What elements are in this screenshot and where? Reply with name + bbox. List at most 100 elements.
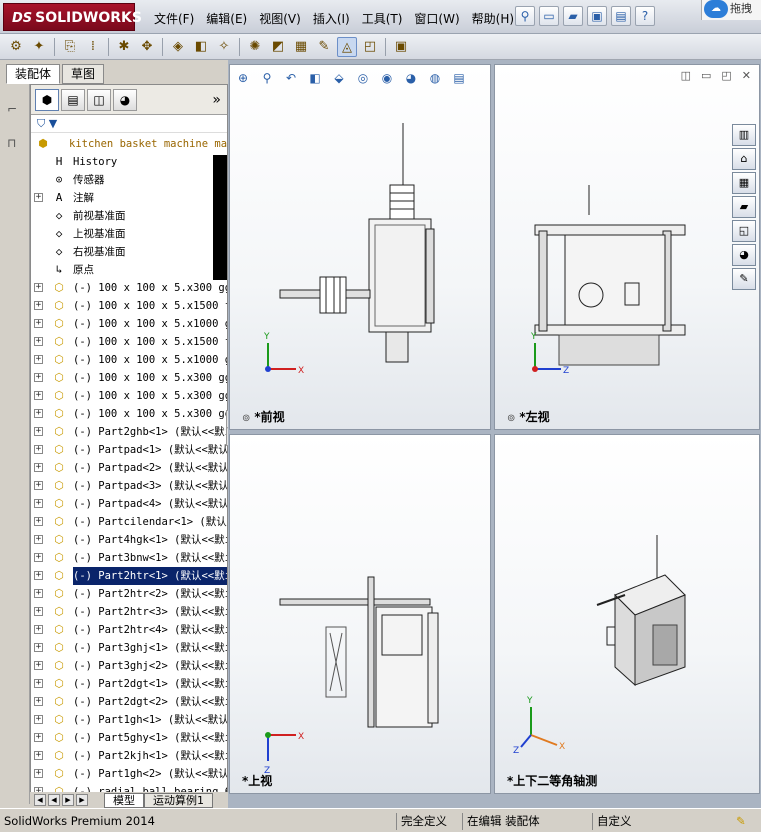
tree-item[interactable]: + ⬡ (-) Part4hgk<1> (默认<<默i bbox=[31, 531, 227, 549]
expand-icon[interactable]: + bbox=[34, 481, 43, 490]
view-palette-icon[interactable]: ◱ bbox=[732, 220, 756, 242]
viewport-front[interactable]: ⊕ ⚲ ↶ ◧ ⬙ ◎ ◉ ◕ ◍ ▤ Y X ⊚ *前视 bbox=[229, 64, 491, 430]
expand-icon[interactable]: + bbox=[34, 751, 43, 760]
assembly-features-icon[interactable]: ◧ bbox=[191, 37, 211, 57]
menu-insert[interactable]: 插入(I) bbox=[307, 8, 356, 29]
tree-item[interactable]: + ⬡ (-) 100 x 100 x 5.x1000 g_ bbox=[31, 351, 227, 369]
tree-item[interactable]: + ⬡ (-) Part2dgt<1> (默认<<默i bbox=[31, 675, 227, 693]
graphics-area[interactable]: ⊕ ⚲ ↶ ◧ ⬙ ◎ ◉ ◕ ◍ ▤ Y X ⊚ *前视 ◫ ▭ ◰ ✕ Y … bbox=[228, 60, 761, 808]
solidworks-resources-icon[interactable]: ▥ bbox=[732, 124, 756, 146]
configuration-manager-icon[interactable]: ◫ bbox=[87, 88, 111, 111]
expand-icon[interactable]: + bbox=[34, 337, 43, 346]
tree-item[interactable]: + ⬡ (-) 100 x 100 x 5.x300 gg_ bbox=[31, 279, 227, 297]
tree-item[interactable]: + ⬡ (-) Part2htr<3> (默认<<默i bbox=[31, 603, 227, 621]
tab-assembly[interactable]: 装配体 bbox=[6, 64, 61, 84]
expand-icon[interactable]: + bbox=[34, 733, 43, 742]
tree-item[interactable]: + ⬡ (-) Part3bnw<1> (默认<<默i bbox=[31, 549, 227, 567]
tree-item[interactable]: + ⬡ (-) 100 x 100 x 5.x1500 f_ bbox=[31, 297, 227, 315]
insert-component-icon[interactable]: ⚙ bbox=[6, 37, 26, 57]
tab-motion-study[interactable]: 运动算例1 bbox=[144, 793, 213, 808]
tree-item[interactable]: + ⬡ (-) Partcilendar<1> (默认< bbox=[31, 513, 227, 531]
expand-icon[interactable]: + bbox=[34, 643, 43, 652]
tab-sketch[interactable]: 草图 bbox=[62, 64, 105, 84]
expand-icon[interactable]: + bbox=[34, 607, 43, 616]
move-component-icon[interactable]: ✥ bbox=[137, 37, 157, 57]
expand-icon[interactable]: + bbox=[34, 697, 43, 706]
drag-hint[interactable]: ☁ 拖拽 bbox=[701, 0, 761, 20]
tree-root[interactable]: ⬢ kitchen basket machine man bbox=[31, 135, 227, 153]
expand-icon[interactable]: + bbox=[34, 301, 43, 310]
tree-item[interactable]: + ⬡ (-) 100 x 100 x 5.x1500 f_ bbox=[31, 333, 227, 351]
filter-row[interactable]: ⛉ ▼ bbox=[31, 115, 227, 133]
tree-item[interactable]: + ⬡ (-) Part1gh<1> (默认<<默认 bbox=[31, 711, 227, 729]
menu-view[interactable]: 视图(V) bbox=[253, 8, 307, 29]
tree-item[interactable]: ◇ 右视基准面 bbox=[31, 243, 227, 261]
expand-icon[interactable]: + bbox=[34, 535, 43, 544]
file-explorer-icon[interactable]: ▰ bbox=[732, 196, 756, 218]
instant3d-icon[interactable]: ✎ bbox=[314, 37, 334, 57]
first-tab-icon[interactable]: ◀ bbox=[34, 794, 46, 806]
expand-icon[interactable]: + bbox=[34, 571, 43, 580]
expand-icon[interactable]: + bbox=[34, 553, 43, 562]
menu-file[interactable]: 文件(F) bbox=[148, 8, 200, 29]
tree-item[interactable]: + ⬡ (-) Part2ghb<1> (默认<<默i bbox=[31, 423, 227, 441]
expand-icon[interactable]: + bbox=[34, 355, 43, 364]
display-manager-icon[interactable]: ◕ bbox=[113, 88, 137, 111]
help-icon[interactable]: ? bbox=[635, 6, 655, 26]
tree-item[interactable]: H History bbox=[31, 153, 227, 171]
show-hidden-icon[interactable]: ◈ bbox=[168, 37, 188, 57]
new-part-icon[interactable]: ✦ bbox=[29, 37, 49, 57]
reference-geometry-icon[interactable]: ✧ bbox=[214, 37, 234, 57]
expand-icon[interactable]: + bbox=[34, 193, 43, 202]
expand-icon[interactable]: + bbox=[34, 445, 43, 454]
exploded-view-icon[interactable]: ✺ bbox=[245, 37, 265, 57]
expand-icon[interactable]: + bbox=[34, 715, 43, 724]
large-assembly-icon[interactable]: ◬ bbox=[337, 36, 357, 57]
tree-item[interactable]: ◇ 上视基准面 bbox=[31, 225, 227, 243]
tree-item[interactable]: + ⬡ (-) Partpad<1> (默认<<默认 bbox=[31, 441, 227, 459]
feature-tree-icon[interactable]: ⬢ bbox=[35, 88, 59, 111]
dimension-icon[interactable]: ⊓ bbox=[7, 136, 23, 152]
property-manager-icon[interactable]: ▤ bbox=[61, 88, 85, 111]
tree-item[interactable]: + ⬡ (-) Part2htr<1> (默认<<默i bbox=[31, 566, 227, 586]
smart-fasteners-icon[interactable]: ✱ bbox=[114, 37, 134, 57]
next-tab-icon[interactable]: ▶ bbox=[62, 794, 74, 806]
tree-item[interactable]: + ⬡ (-) 100 x 100 x 5.x300 gg_ bbox=[31, 369, 227, 387]
new-document-icon[interactable]: ▭ bbox=[539, 6, 559, 26]
tree-item[interactable]: + ⬡ (-) Part3ghj<1> (默认<<默i bbox=[31, 639, 227, 657]
expand-icon[interactable]: + bbox=[34, 769, 43, 778]
menu-tools[interactable]: 工具(T) bbox=[356, 8, 409, 29]
design-library-icon[interactable]: ▦ bbox=[732, 172, 756, 194]
tree-item[interactable]: + ⬡ (-) Part2kjh<1> (默认<<默i bbox=[31, 747, 227, 765]
speedpak-icon[interactable]: ◰ bbox=[360, 37, 380, 57]
menu-window[interactable]: 窗口(W) bbox=[408, 8, 465, 29]
snapshot-icon[interactable]: ▣ bbox=[391, 37, 411, 57]
last-tab-icon[interactable]: ▶ bbox=[76, 794, 88, 806]
expand-icon[interactable]: + bbox=[34, 373, 43, 382]
tree-item[interactable]: + ⬡ (-) Part2htr<4> (默认<<默i bbox=[31, 621, 227, 639]
more-tabs-icon[interactable]: » bbox=[212, 92, 221, 108]
custom-properties-icon[interactable]: ✎ bbox=[732, 268, 756, 290]
tree-item[interactable]: + ⬡ (-) Partpad<4> (默认<<默认 bbox=[31, 495, 227, 513]
expand-icon[interactable]: + bbox=[34, 661, 43, 670]
viewport-left[interactable]: ◫ ▭ ◰ ✕ Y Z ⊚ *左视 bbox=[494, 64, 760, 430]
expand-icon[interactable]: + bbox=[34, 283, 43, 292]
bill-of-materials-icon[interactable]: ▦ bbox=[291, 37, 311, 57]
prev-tab-icon[interactable]: ◀ bbox=[48, 794, 60, 806]
rebuild-icon[interactable]: ✎ bbox=[736, 813, 746, 830]
tree-item[interactable]: + ⬡ (-) 100 x 100 x 5.x300 gg_ bbox=[31, 387, 227, 405]
tree-item[interactable]: + ⬡ (-) Part5ghy<1> (默认<<默i bbox=[31, 729, 227, 747]
expand-icon[interactable]: + bbox=[34, 517, 43, 526]
expand-icon[interactable]: + bbox=[34, 427, 43, 436]
tree-item[interactable]: + ⬡ (-) 100 x 100 x 5.x300 gg_ bbox=[31, 405, 227, 423]
tree-item[interactable]: + ⬡ (-) Part3ghj<2> (默认<<默i bbox=[31, 657, 227, 675]
interference-icon[interactable]: ◩ bbox=[268, 37, 288, 57]
tree-item[interactable]: + ⬡ (-) Part2dgt<2> (默认<<默i bbox=[31, 693, 227, 711]
sketch-icon[interactable]: ⌐ bbox=[7, 102, 23, 118]
tree-item[interactable]: + ⬡ (-) Partpad<3> (默认<<默认 bbox=[31, 477, 227, 495]
home-icon[interactable]: ⌂ bbox=[732, 148, 756, 170]
expand-icon[interactable]: + bbox=[34, 319, 43, 328]
mate-icon[interactable]: ⎘ bbox=[60, 37, 80, 57]
expand-icon[interactable]: + bbox=[34, 589, 43, 598]
expand-icon[interactable]: + bbox=[34, 391, 43, 400]
